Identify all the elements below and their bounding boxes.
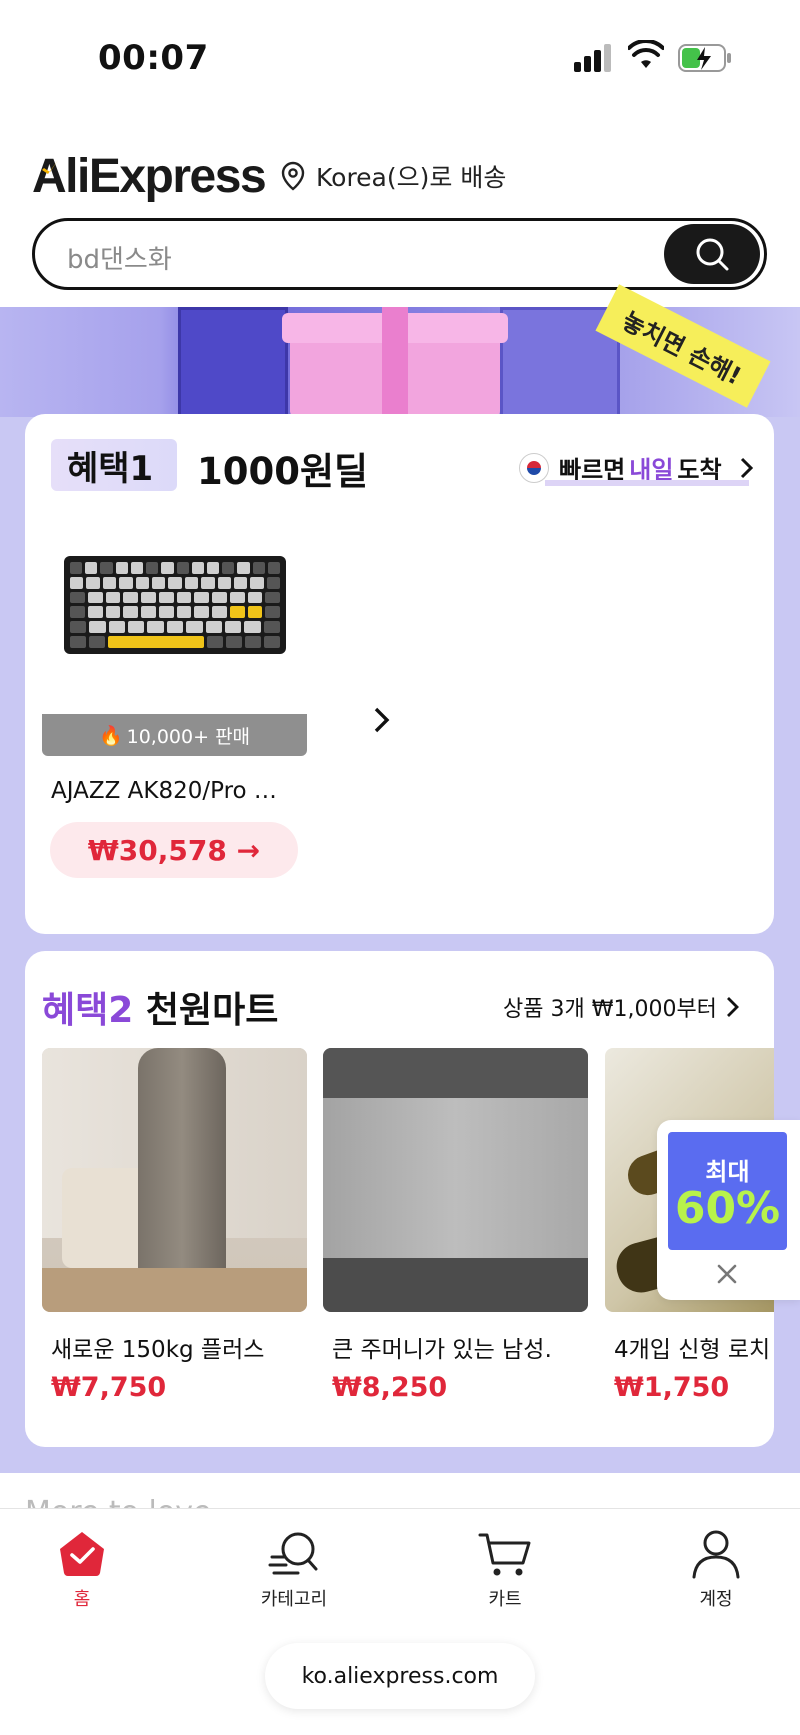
- product-price: ₩7,750: [51, 1372, 167, 1403]
- underwear-image: [323, 1048, 588, 1312]
- tab-cart[interactable]: 카트: [435, 1529, 575, 1611]
- logo-text: AliExpress: [32, 149, 267, 203]
- banner-gift-ribbon: [382, 307, 408, 417]
- browser-url-bar[interactable]: ko.aliexpress.com: [265, 1643, 535, 1709]
- bottom-tab-bar: 홈 카테고리 카트 계정 ko.aliexpress.com: [0, 1508, 800, 1735]
- banner-door-left: [178, 307, 288, 417]
- chevron-right-icon: [740, 457, 753, 478]
- tab-cart-label: 카트: [488, 1589, 522, 1610]
- search-bar[interactable]: bd댄스화: [32, 218, 767, 290]
- promo-badge[interactable]: 최대 60%: [668, 1132, 787, 1250]
- fire-icon: 🔥: [98, 724, 123, 747]
- product-price: ₩8,250: [332, 1372, 448, 1403]
- battery-charging-icon: [678, 44, 731, 72]
- product-name: 새로운 150kg 플러스 …: [51, 1337, 272, 1363]
- cellular-signal-icon: [574, 44, 614, 72]
- promo-percent: 60%: [674, 1182, 781, 1234]
- deal2-product-2[interactable]: 큰 주머니가 있는 남성… ₩8,250: [323, 1048, 588, 1403]
- tab-account[interactable]: 계정: [646, 1529, 786, 1611]
- product-name: 큰 주머니가 있는 남성…: [332, 1337, 553, 1363]
- search-input[interactable]: bd댄스화: [67, 239, 172, 276]
- fast-underline: [545, 480, 749, 486]
- cart-icon: [478, 1533, 531, 1576]
- home-icon: [60, 1532, 104, 1576]
- sold-count: 10,000+ 판매: [126, 725, 251, 748]
- deal1-tag: 혜택1: [51, 439, 178, 491]
- floating-promo[interactable]: 최대 60%: [657, 1120, 800, 1300]
- deal2-more-link[interactable]: 상품 3개 ₩1,000부터: [503, 991, 741, 1023]
- location-pin-icon: [281, 161, 305, 191]
- deal2-tag: 혜택2: [42, 990, 134, 1031]
- deal2-more-text: 상품 3개 ₩1,000부터: [503, 997, 717, 1022]
- korea-flag-icon: [519, 452, 549, 483]
- product-name: 4개입 신형 로치: [614, 1337, 771, 1363]
- sold-count-badge: 🔥 10,000+ 판매: [42, 714, 307, 756]
- status-time: 00:07: [98, 38, 209, 78]
- category-search-icon: [268, 1532, 318, 1575]
- header: AliExpress Korea(으)로 배송 bd댄스화: [0, 110, 800, 307]
- deal1-card: 혜택1 1000원딜 빠르면 내일 도착 🔥 10,000+ 판매 AJAZZ …: [25, 414, 774, 934]
- deal2-title-text: 천원마트: [133, 990, 279, 1031]
- more-to-love-section: More to love: [0, 1473, 800, 1513]
- close-icon[interactable]: [715, 1262, 739, 1286]
- logo-star-icon: [32, 160, 58, 180]
- promo-top-text: 최대: [705, 1157, 750, 1186]
- ship-to-selector[interactable]: Korea(으)로 배송: [280, 152, 506, 200]
- account-icon: [692, 1530, 740, 1579]
- product-price-button[interactable]: ₩30,578 →: [50, 822, 298, 878]
- search-icon: [696, 238, 729, 271]
- keyboard-image: [42, 534, 307, 714]
- tab-account-label: 계정: [699, 1589, 733, 1610]
- deal1-title: 1000원딜: [197, 450, 369, 493]
- search-button[interactable]: [664, 224, 760, 284]
- deal1-product[interactable]: 🔥 10,000+ 판매 AJAZZ AK820/Pro … ₩30,578 →: [42, 534, 307, 878]
- tab-home-label: 홈: [73, 1589, 91, 1610]
- wifi-icon: [628, 40, 664, 68]
- status-bar: 00:07: [0, 0, 800, 110]
- deal2-product-1[interactable]: 새로운 150kg 플러스 … ₩7,750: [42, 1048, 307, 1403]
- chevron-right-icon: [726, 997, 739, 1017]
- tights-image: [42, 1048, 307, 1312]
- tab-category-label: 카테고리: [260, 1589, 328, 1610]
- tab-home[interactable]: 홈: [12, 1529, 152, 1611]
- product-price: ₩1,750: [614, 1372, 730, 1403]
- product-name: AJAZZ AK820/Pro …: [51, 778, 277, 804]
- aliexpress-logo[interactable]: AliExpress: [32, 146, 267, 206]
- deal2-title: 혜택2 천원마트: [42, 981, 278, 1033]
- tab-category[interactable]: 카테고리: [224, 1529, 364, 1611]
- ship-to-label: Korea(으)로 배송: [316, 163, 507, 192]
- next-arrow-icon[interactable]: [370, 704, 394, 736]
